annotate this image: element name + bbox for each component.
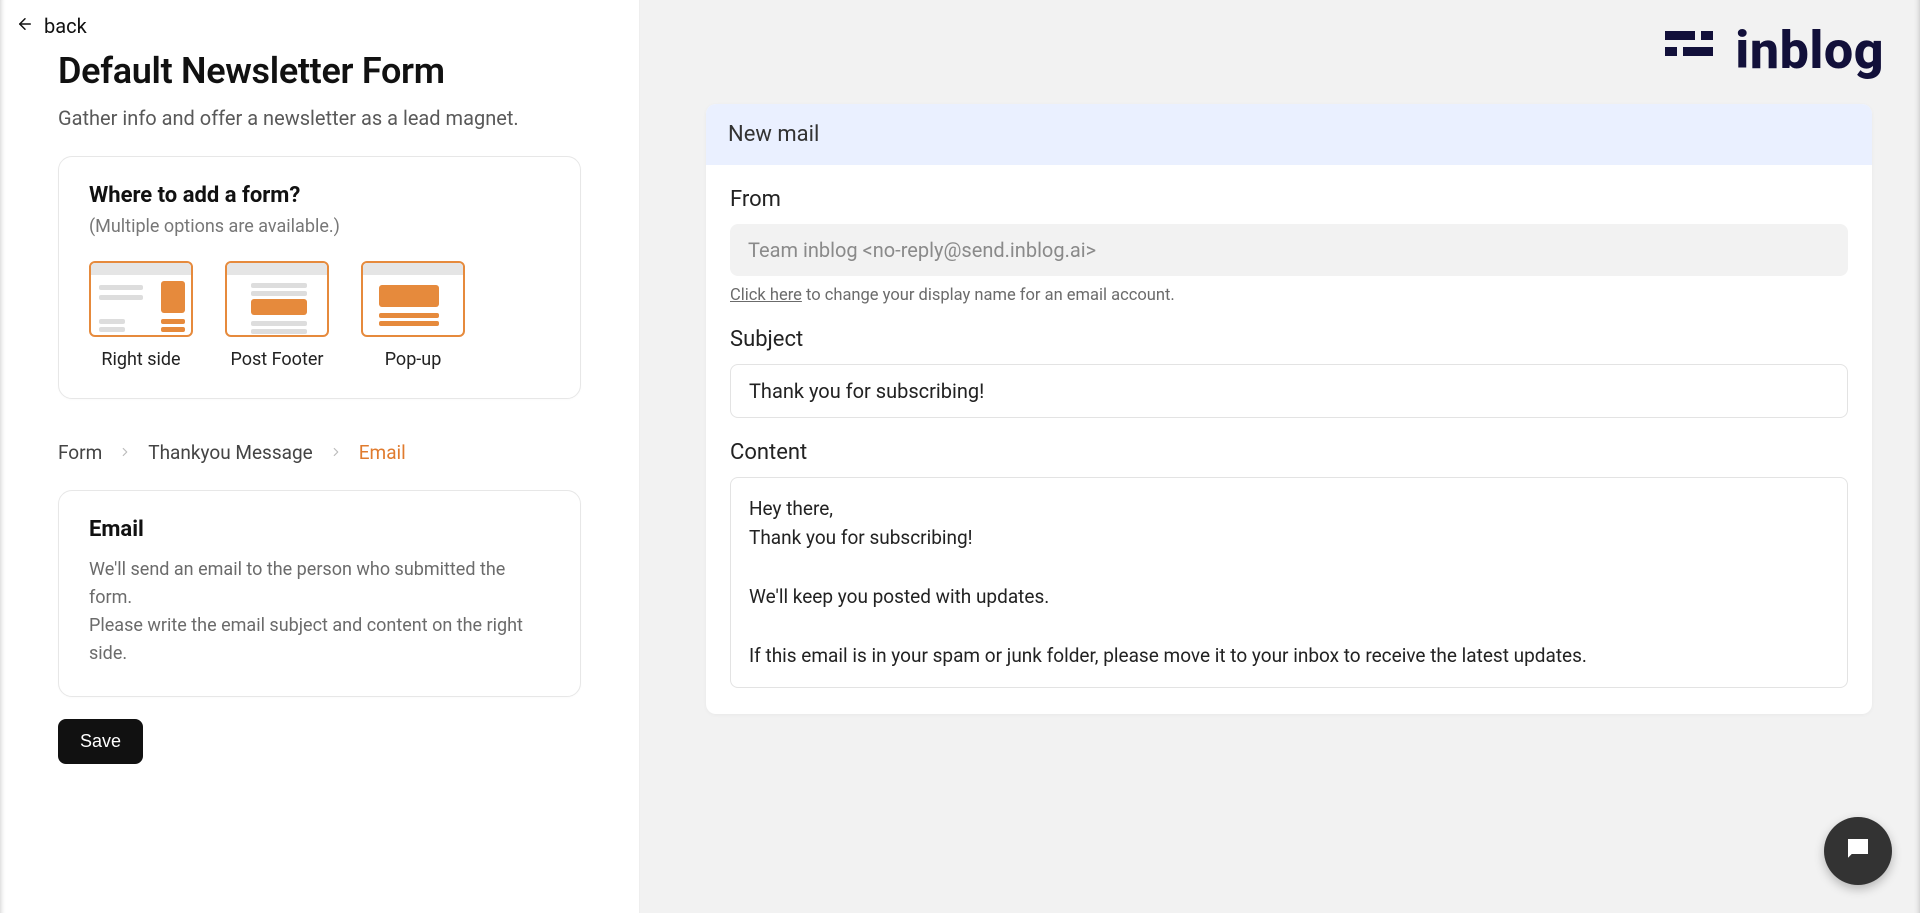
page-title: Default Newsletter Form (58, 50, 581, 92)
save-button[interactable]: Save (58, 719, 143, 764)
placement-note: (Multiple options are available.) (89, 216, 550, 237)
placement-option-popup[interactable]: Pop-up (361, 261, 465, 370)
subject-input[interactable]: Thank you for subscribing! (730, 364, 1848, 418)
email-card-desc-line2: Please write the email subject and conte… (89, 615, 523, 664)
mail-editor-header: New mail (706, 104, 1872, 165)
content-label: Content (730, 440, 1848, 465)
arrow-left-icon (16, 15, 34, 37)
from-hint: Click here to change your display name f… (730, 286, 1848, 305)
back-button[interactable]: back (0, 0, 639, 44)
right-panel: inblog New mail From Team inblog <no-rep… (640, 0, 1920, 913)
placement-option-label: Right side (101, 349, 180, 370)
mail-editor-card: New mail From Team inblog <no-reply@send… (706, 104, 1872, 714)
brand-name: inblog (1735, 20, 1884, 81)
subject-label: Subject (730, 327, 1848, 352)
chat-icon (1843, 834, 1873, 868)
placement-option-label: Post Footer (231, 349, 324, 370)
subject-field: Subject Thank you for subscribing! (730, 327, 1848, 418)
change-display-name-link[interactable]: Click here (730, 286, 802, 305)
brand-logo: inblog (1665, 20, 1884, 81)
step-email[interactable]: Email (359, 441, 406, 464)
step-form[interactable]: Form (58, 441, 102, 464)
chevron-right-icon (118, 441, 132, 464)
placement-option-label: Pop-up (385, 349, 442, 370)
placement-options: Right side Post Footer (89, 261, 550, 370)
placement-thumb-post-footer (225, 261, 329, 337)
from-label: From (730, 187, 1848, 212)
placement-option-post-footer[interactable]: Post Footer (225, 261, 329, 370)
placement-card: Where to add a form? (Multiple options a… (58, 156, 581, 399)
step-thankyou[interactable]: Thankyou Message (148, 441, 313, 464)
placement-thumb-popup (361, 261, 465, 337)
chat-fab-button[interactable] (1824, 817, 1892, 885)
placement-title: Where to add a form? (89, 183, 550, 208)
content-input[interactable]: Hey there, Thank you for subscribing! We… (730, 477, 1848, 688)
from-input[interactable]: Team inblog <no-reply@send.inblog.ai> (730, 224, 1848, 276)
brand-logo-icon (1665, 25, 1713, 77)
email-card-desc-line1: We'll send an email to the person who su… (89, 559, 505, 608)
chevron-right-icon (329, 441, 343, 464)
content-field: Content Hey there, Thank you for subscri… (730, 440, 1848, 688)
step-nav: Form Thankyou Message Email (58, 441, 581, 464)
from-field: From Team inblog <no-reply@send.inblog.a… (730, 187, 1848, 305)
from-hint-rest: to change your display name for an email… (802, 286, 1175, 305)
placement-option-right-side[interactable]: Right side (89, 261, 193, 370)
page-subtitle: Gather info and offer a newsletter as a … (58, 106, 581, 130)
email-card-title: Email (89, 517, 550, 542)
email-card: Email We'll send an email to the person … (58, 490, 581, 697)
back-label: back (44, 14, 87, 38)
left-panel: back Default Newsletter Form Gather info… (0, 0, 640, 913)
email-card-description: We'll send an email to the person who su… (89, 556, 550, 668)
placement-thumb-right-side (89, 261, 193, 337)
